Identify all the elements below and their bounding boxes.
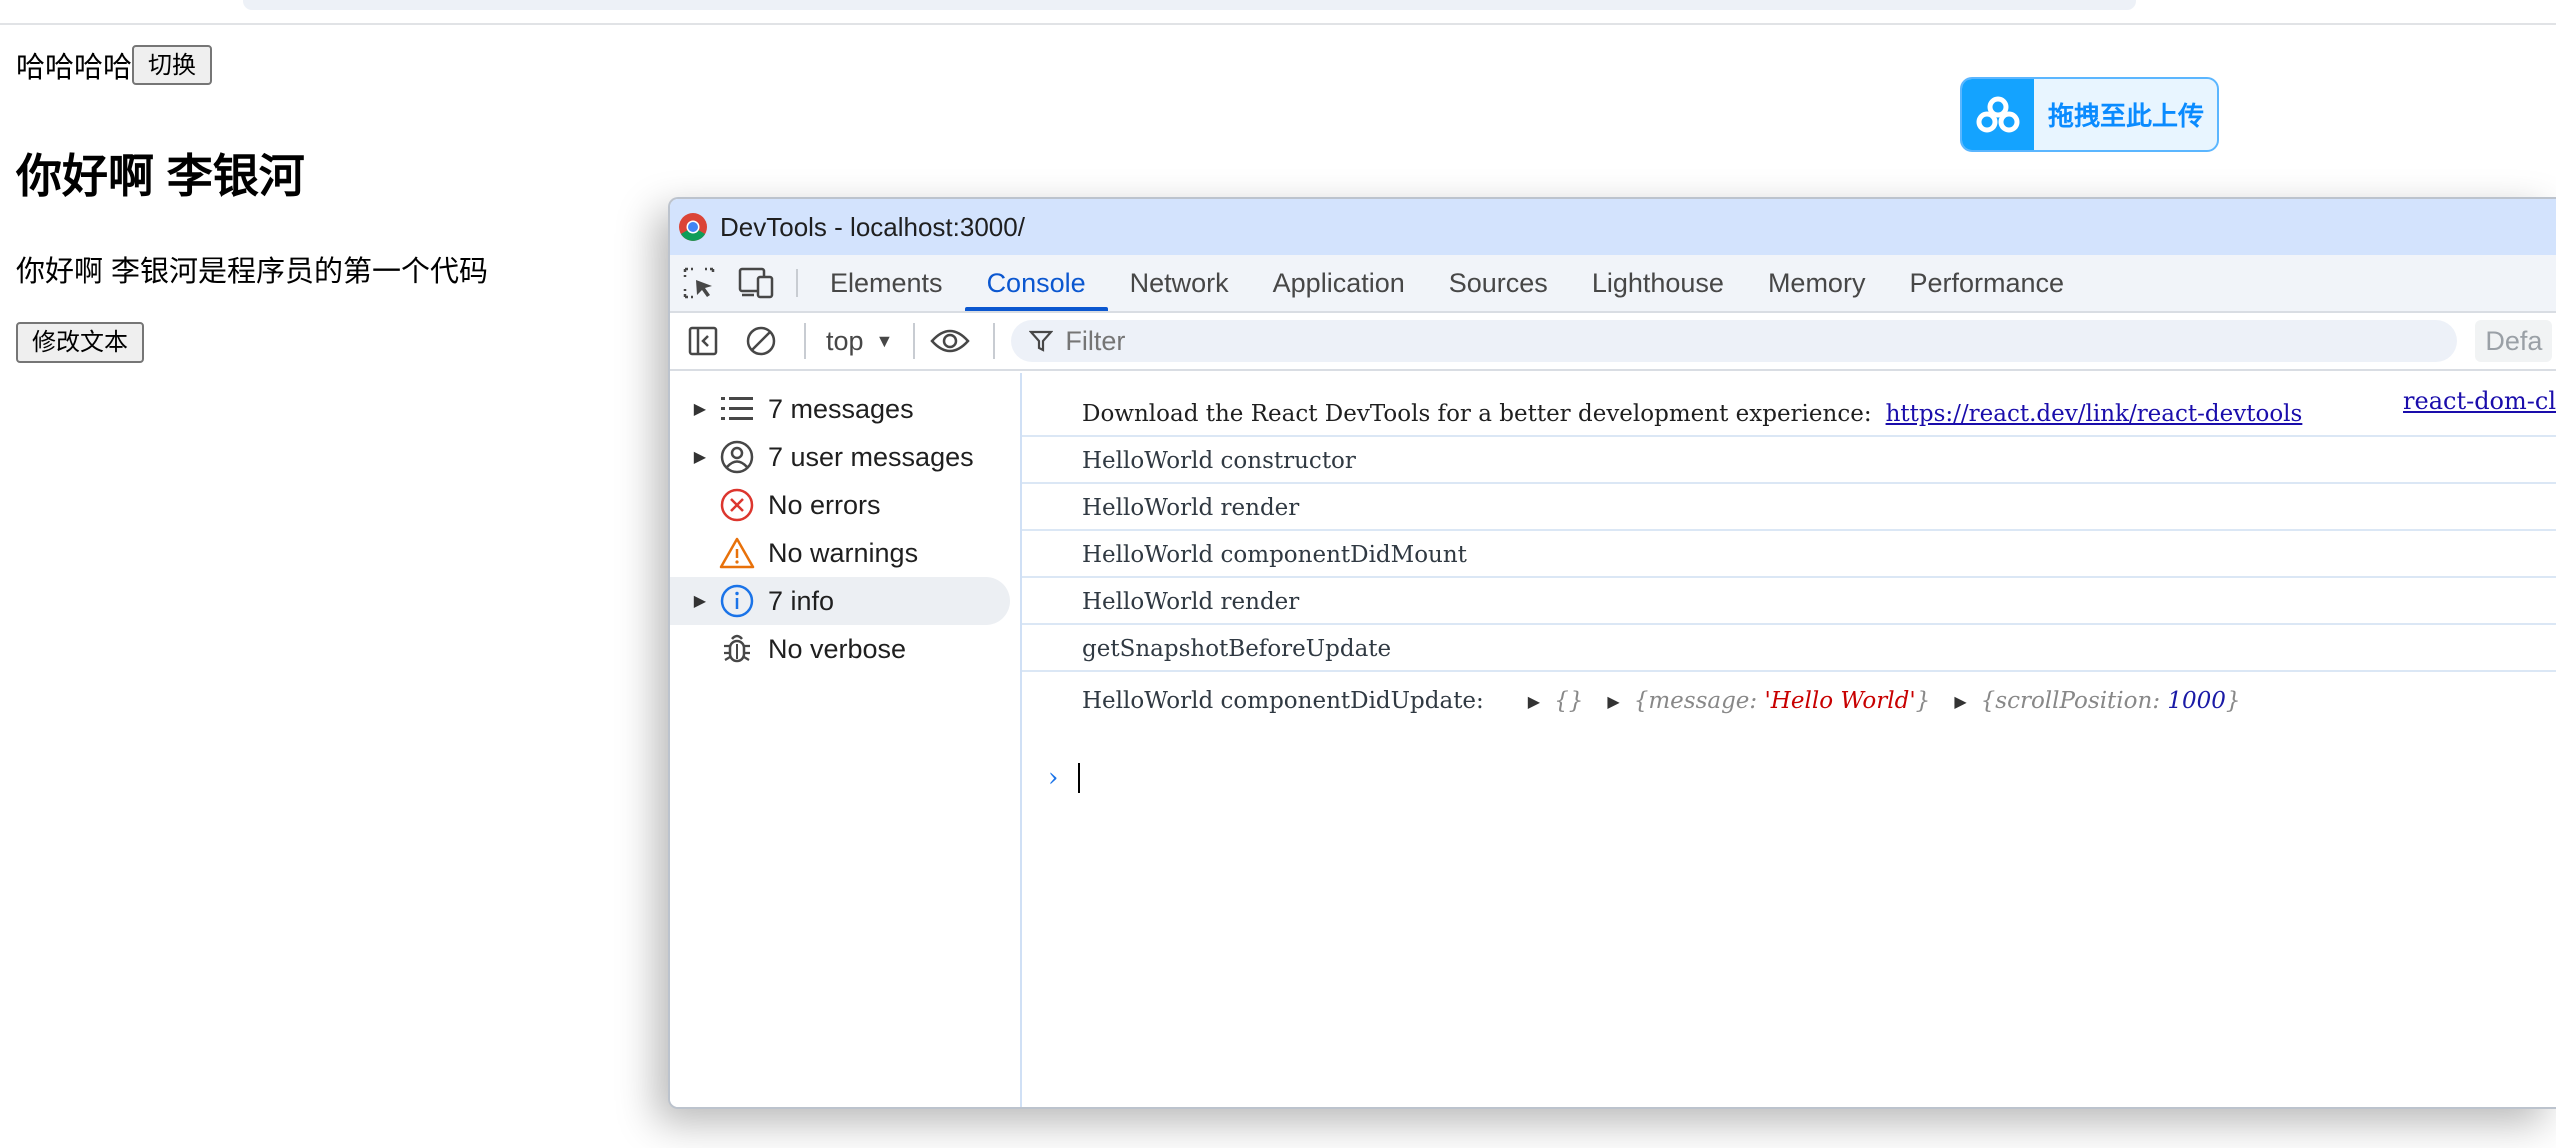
react-devtools-link[interactable]: https://react.dev/link/react-devtools bbox=[1886, 401, 2303, 427]
list-icon bbox=[716, 388, 758, 430]
sidebar-item-user-messages[interactable]: ▶ 7 user messages bbox=[670, 433, 1010, 481]
console-object-snapshot[interactable]: ▶ {scrollPosition: 1000} bbox=[1948, 688, 2240, 714]
user-icon bbox=[716, 436, 758, 478]
tab-sources[interactable]: Sources bbox=[1427, 255, 1570, 311]
sidebar-item-errors[interactable]: No errors bbox=[670, 481, 1010, 529]
object-colon: : bbox=[2152, 688, 2168, 714]
upload-drop-widget[interactable]: 拖拽至此上传 bbox=[1960, 77, 2219, 152]
console-object-prevstate[interactable]: ▶ {message: 'Hello World'} bbox=[1601, 688, 1930, 714]
sidebar-item-label: 7 messages bbox=[768, 393, 914, 424]
console-message-text: getSnapshotBeforeUpdate bbox=[1082, 636, 1392, 662]
devtools-tab-bar: Elements Console Network Application Sou… bbox=[670, 255, 2556, 313]
cloud-upload-icon bbox=[1962, 79, 2034, 150]
page-paragraph: 你好啊 李银河是程序员的第一个代码 bbox=[16, 256, 489, 288]
text-cursor bbox=[1078, 763, 1080, 793]
inspect-element-icon[interactable] bbox=[670, 255, 728, 311]
console-output: react-dom-cl Download the React DevTools… bbox=[1022, 373, 2556, 1107]
object-key: scrollPosition bbox=[1995, 688, 2153, 714]
console-message: HelloWorld constructor bbox=[1022, 437, 2556, 484]
sidebar-item-verbose[interactable]: No verbose bbox=[670, 625, 1010, 673]
expand-arrow-icon[interactable]: ▶ bbox=[686, 399, 716, 419]
sidebar-item-label: No warnings bbox=[768, 537, 919, 568]
console-body: ▶ 7 messages ▶ 7 user messages No errors bbox=[670, 373, 2556, 1107]
tab-application[interactable]: Application bbox=[1251, 255, 1427, 311]
console-message-text: HelloWorld componentDidUpdate: bbox=[1082, 688, 1484, 714]
console-message-text: HelloWorld render bbox=[1082, 589, 1300, 615]
toggle-button[interactable]: 切换 bbox=[132, 44, 213, 86]
console-message-text: HelloWorld componentDidMount bbox=[1082, 542, 1467, 568]
filter-input[interactable] bbox=[1063, 324, 1664, 358]
console-message-text: HelloWorld constructor bbox=[1082, 448, 1356, 474]
console-message: HelloWorld render bbox=[1022, 484, 2556, 531]
log-levels-dropdown[interactable]: Defa bbox=[2475, 320, 2553, 362]
page-title: 你好啊 李银河 bbox=[16, 150, 305, 202]
sidebar-item-label: No errors bbox=[768, 489, 881, 520]
tab-network[interactable]: Network bbox=[1108, 255, 1251, 311]
sidebar-toggle-icon[interactable] bbox=[678, 316, 728, 366]
object-preview: {} bbox=[1554, 688, 1584, 714]
expand-arrow-icon[interactable]: ▶ bbox=[1607, 692, 1619, 711]
tab-separator bbox=[796, 269, 798, 297]
console-message-did-update: HelloWorld componentDidUpdate: ▶ {} ▶ {m… bbox=[1022, 672, 2556, 722]
page-line-1: 哈哈哈哈 切换 bbox=[16, 44, 213, 86]
sidebar-item-label: 7 user messages bbox=[768, 441, 974, 472]
console-message: getSnapshotBeforeUpdate bbox=[1022, 625, 2556, 672]
devtools-window: DevTools - localhost:3000/ Elements Cons… bbox=[668, 197, 2556, 1109]
context-selector[interactable]: top ▼ bbox=[816, 326, 903, 357]
sidebar-item-label: No verbose bbox=[768, 633, 907, 664]
tab-lighthouse[interactable]: Lighthouse bbox=[1570, 255, 1746, 311]
live-expression-eye-icon[interactable] bbox=[925, 316, 975, 366]
sidebar-item-messages[interactable]: ▶ 7 messages bbox=[670, 385, 1010, 433]
console-sidebar: ▶ 7 messages ▶ 7 user messages No errors bbox=[670, 373, 1022, 1107]
modify-text-button[interactable]: 修改文本 bbox=[16, 322, 144, 363]
devtools-titlebar[interactable]: DevTools - localhost:3000/ bbox=[670, 199, 2556, 255]
console-message: HelloWorld componentDidMount bbox=[1022, 531, 2556, 578]
object-colon: : bbox=[1749, 688, 1765, 714]
tab-memory[interactable]: Memory bbox=[1746, 255, 1888, 311]
toolbar-separator bbox=[993, 323, 996, 359]
toolbar-separator bbox=[804, 323, 806, 359]
expand-arrow-icon[interactable]: ▶ bbox=[686, 447, 716, 467]
page-line-text: 哈哈哈哈 bbox=[16, 52, 133, 84]
object-brace-open: { bbox=[1633, 688, 1649, 714]
error-icon bbox=[716, 484, 758, 526]
filter-icon bbox=[1029, 330, 1054, 352]
caret-down-icon: ▼ bbox=[875, 330, 894, 351]
object-number-value: 1000 bbox=[2167, 688, 2226, 714]
expand-arrow-icon[interactable]: ▶ bbox=[1954, 692, 1966, 711]
object-key: message bbox=[1648, 688, 1750, 714]
context-value: top bbox=[826, 325, 864, 356]
console-toolbar: top ▼ Defa bbox=[670, 313, 2556, 371]
tab-console[interactable]: Console bbox=[964, 255, 1108, 311]
console-message-text: HelloWorld render bbox=[1082, 495, 1300, 521]
sidebar-item-info[interactable]: ▶ 7 info bbox=[670, 577, 1010, 625]
chrome-icon bbox=[679, 213, 707, 241]
toolbar-separator bbox=[913, 323, 916, 359]
bug-icon bbox=[716, 628, 758, 670]
object-brace-close: } bbox=[1915, 688, 1931, 714]
console-message: HelloWorld render bbox=[1022, 578, 2556, 625]
console-prompt[interactable]: › bbox=[1048, 763, 1080, 793]
object-brace-open: { bbox=[1980, 688, 1996, 714]
console-message-react-devtools: Download the React DevTools for a better… bbox=[1022, 387, 2556, 437]
devtools-window-title: DevTools - localhost:3000/ bbox=[720, 211, 1025, 242]
expand-arrow-icon[interactable]: ▶ bbox=[1528, 692, 1540, 711]
console-object-prevprops[interactable]: ▶ {} bbox=[1502, 688, 1584, 714]
prompt-chevron-icon: › bbox=[1048, 763, 1059, 793]
tab-elements[interactable]: Elements bbox=[808, 255, 965, 311]
console-filter[interactable] bbox=[1011, 320, 2458, 362]
device-toolbar-icon[interactable] bbox=[728, 255, 786, 311]
object-string-value: 'Hello World' bbox=[1764, 688, 1916, 714]
console-message-text: Download the React DevTools for a better… bbox=[1082, 401, 1872, 427]
upload-widget-label: 拖拽至此上传 bbox=[2048, 101, 2205, 131]
sidebar-item-label: 7 info bbox=[768, 585, 835, 616]
clear-console-icon[interactable] bbox=[736, 316, 786, 366]
tab-performance[interactable]: Performance bbox=[1887, 255, 2086, 311]
object-brace-close: } bbox=[2225, 688, 2241, 714]
expand-arrow-icon[interactable]: ▶ bbox=[686, 591, 716, 611]
sidebar-item-warnings[interactable]: No warnings bbox=[670, 529, 1010, 577]
info-icon bbox=[716, 580, 758, 622]
warning-icon bbox=[716, 532, 758, 574]
